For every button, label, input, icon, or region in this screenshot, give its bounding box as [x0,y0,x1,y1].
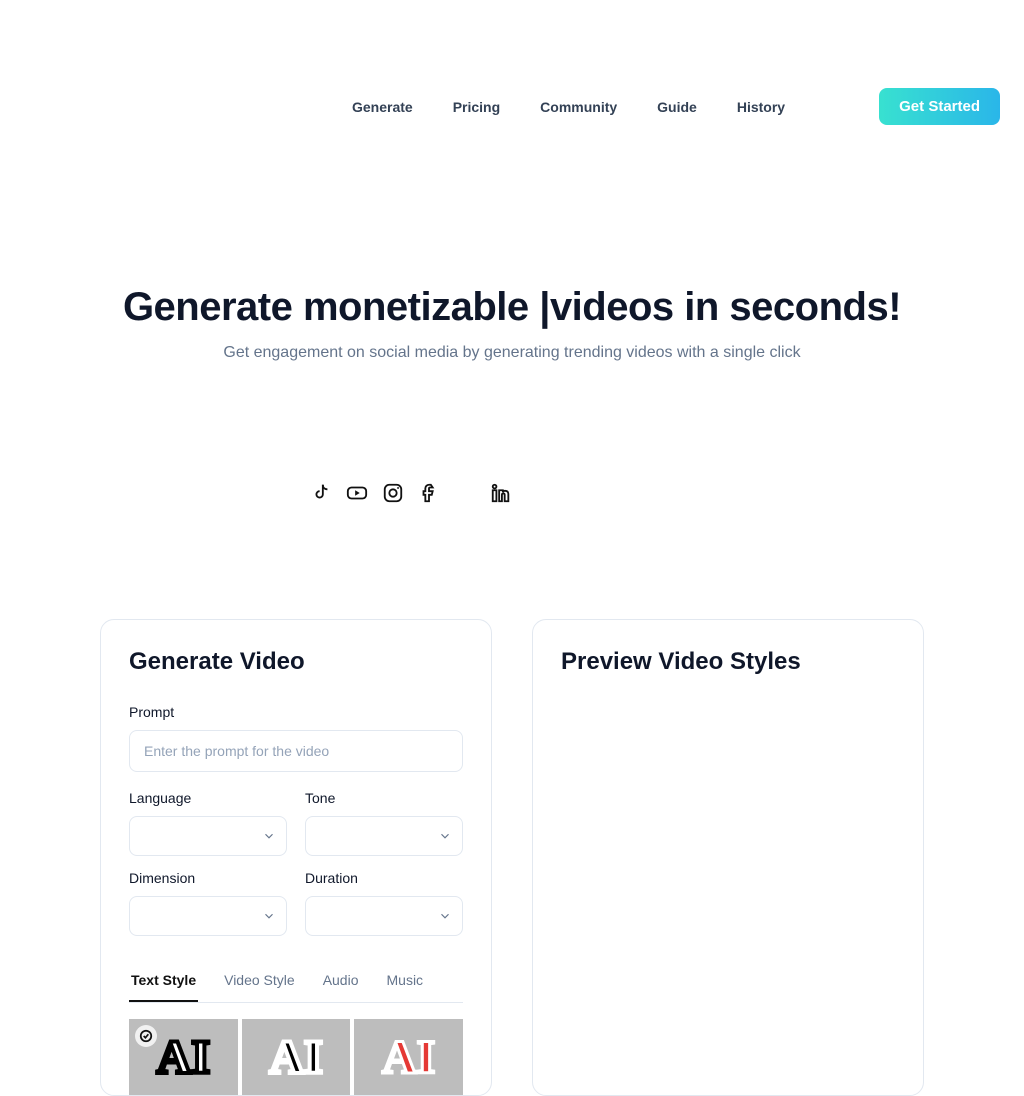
chevron-down-icon [438,909,452,923]
thumb-text: AI [382,1030,435,1085]
hero-title-suffix: videos in seconds! [550,285,901,329]
tab-video-style[interactable]: Video Style [222,962,297,1002]
dimension-label: Dimension [129,870,287,886]
tab-text-style[interactable]: Text Style [129,962,198,1002]
text-style-option-1[interactable]: AI [129,1019,238,1095]
nav-link-community[interactable]: Community [540,99,617,115]
nav-link-generate[interactable]: Generate [352,99,413,115]
nav-link-guide[interactable]: Guide [657,99,697,115]
instagram-icon[interactable] [382,482,404,509]
chevron-down-icon [438,829,452,843]
duration-select[interactable] [305,896,463,936]
prompt-input[interactable] [129,730,463,772]
generate-video-card: Generate Video Prompt Language Tone Dime… [100,619,492,1096]
thumb-text: AI [157,1030,210,1085]
language-label: Language [129,790,287,806]
top-nav: Generate Pricing Community Guide History… [0,0,1024,125]
language-select[interactable] [129,816,287,856]
panels: Generate Video Prompt Language Tone Dime… [100,619,924,1096]
hero-subtitle: Get engagement on social media by genera… [0,344,1024,362]
text-style-thumbs: AI AI AI [129,1019,463,1095]
style-tabs: Text Style Video Style Audio Music [129,962,463,1003]
tiktok-icon[interactable] [310,482,332,509]
hero-title: Generate monetizable |videos in seconds! [0,285,1024,330]
tone-label: Tone [305,790,463,806]
prompt-label: Prompt [129,704,463,720]
hero-title-cursor: | [539,285,550,329]
preview-title: Preview Video Styles [561,648,895,676]
placeholder-icon [454,482,476,509]
tab-music[interactable]: Music [385,962,426,1002]
generate-video-title: Generate Video [129,648,463,676]
hero-title-prefix: Generate monetizable [123,285,539,329]
social-icons [310,482,1024,509]
duration-label: Duration [305,870,463,886]
nav-links: Generate Pricing Community Guide History [352,99,785,115]
dimension-select[interactable] [129,896,287,936]
youtube-icon[interactable] [346,482,368,509]
tone-select[interactable] [305,816,463,856]
selected-check-icon [135,1025,157,1047]
facebook-icon[interactable] [418,482,440,509]
text-style-option-2[interactable]: AI [242,1019,351,1095]
nav-link-history[interactable]: History [737,99,785,115]
chevron-down-icon [262,909,276,923]
chevron-down-icon [262,829,276,843]
thumb-text: AI [269,1030,322,1085]
linkedin-icon[interactable] [490,482,512,509]
tab-audio[interactable]: Audio [321,962,361,1002]
preview-card: Preview Video Styles [532,619,924,1096]
get-started-button[interactable]: Get Started [879,88,1000,125]
text-style-option-3[interactable]: AI [354,1019,463,1095]
hero: Generate monetizable |videos in seconds!… [0,285,1024,362]
nav-link-pricing[interactable]: Pricing [453,99,500,115]
